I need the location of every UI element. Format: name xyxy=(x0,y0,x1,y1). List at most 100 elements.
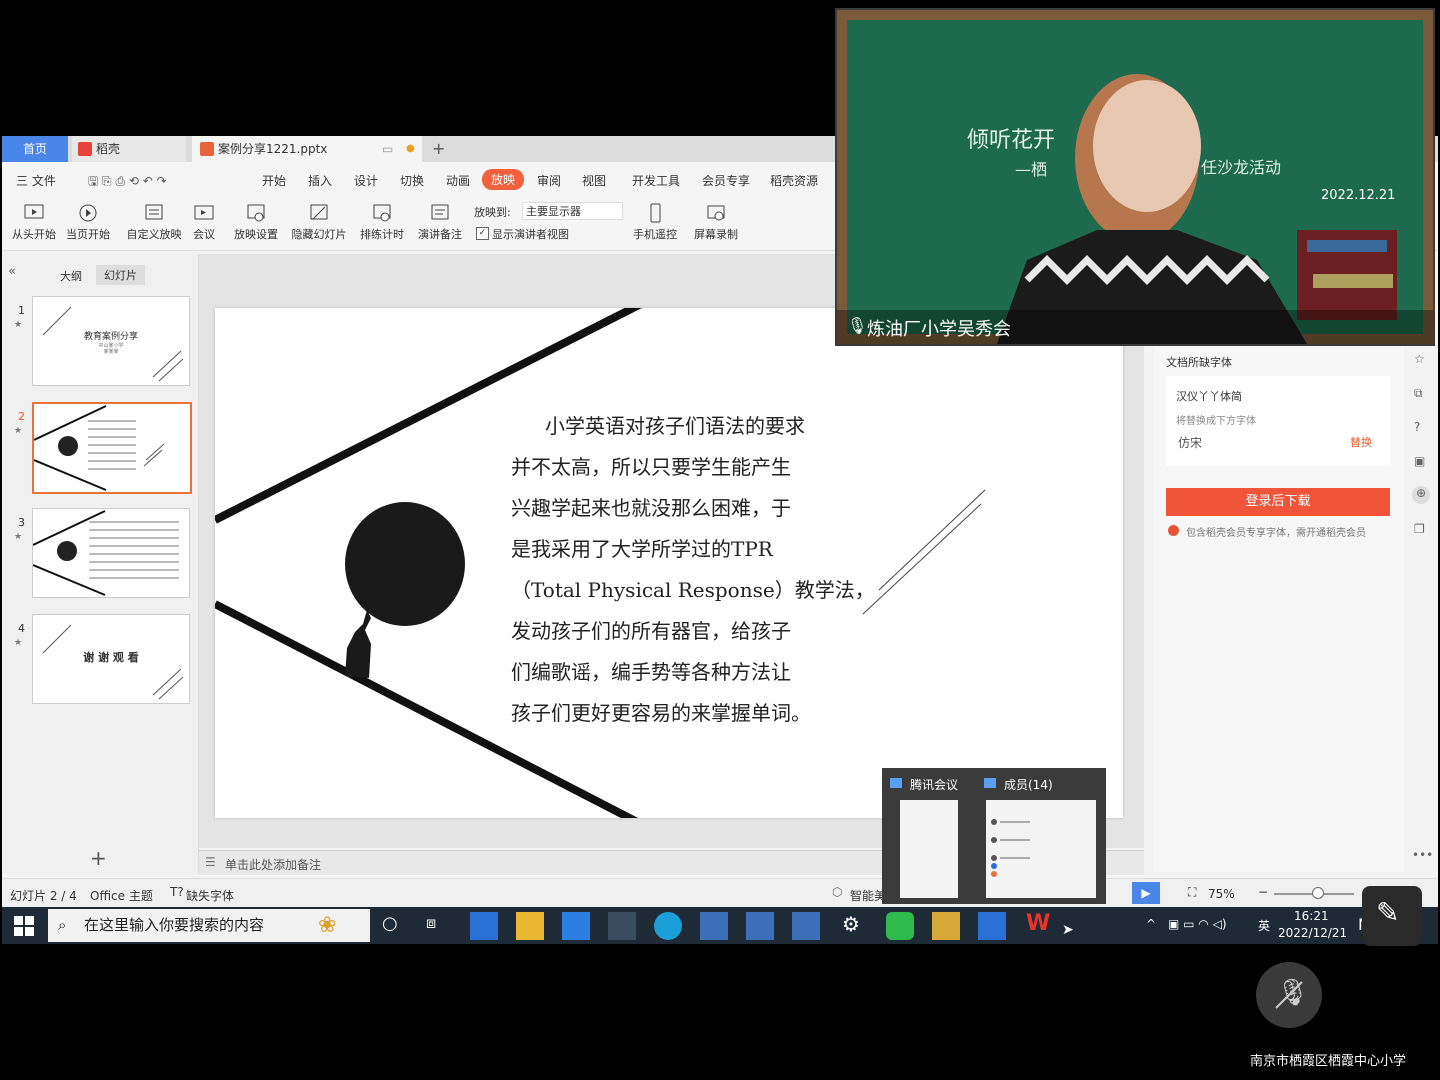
monitor-select[interactable]: 主要显示器 xyxy=(522,202,623,220)
ime-indicator[interactable]: 英 xyxy=(1258,917,1270,934)
menu-animation[interactable]: 动画 xyxy=(446,172,470,189)
menu-slideshow[interactable]: 放映 xyxy=(482,169,525,190)
more-icon[interactable]: ••• xyxy=(1412,848,1433,862)
preview-title-meeting[interactable]: 腾讯会议 xyxy=(910,776,958,793)
menu-developer[interactable]: 开发工具 xyxy=(632,172,680,189)
preview-thumb-meeting[interactable] xyxy=(900,800,958,898)
screen-record-label: 屏幕录制 xyxy=(694,228,738,241)
tab-home[interactable]: 首页 xyxy=(2,136,68,162)
slide-thumb-2[interactable] xyxy=(32,402,192,494)
copy-icon[interactable]: ⧉ xyxy=(1414,386,1423,401)
app-icon[interactable] xyxy=(608,912,636,940)
cortana-icon[interactable]: ○ xyxy=(382,913,398,934)
clock-date[interactable]: 2022/12/21 xyxy=(1278,926,1347,940)
menu-view[interactable]: 视图 xyxy=(582,172,606,189)
files-icon[interactable] xyxy=(932,912,960,940)
custom-show-button[interactable]: 自定义放映 xyxy=(124,202,184,242)
thumb-sub2: 某某某 xyxy=(103,349,119,355)
book-icon[interactable]: ❐ xyxy=(1414,522,1425,536)
edge-icon[interactable] xyxy=(654,912,682,940)
slide-2[interactable]: 小学英语对孩子们语法的要求 并不太高，所以只要学生能产生 兴趣学起来也就没那么困… xyxy=(215,308,1123,818)
missing-font-status[interactable]: 缺失字体 xyxy=(186,887,234,904)
speaker-video[interactable]: 倾听花开 —栖 任沙龙活动 2022.12.21 🎙 炼油厂小学吴秀会 xyxy=(835,8,1435,346)
menu-design[interactable]: 设计 xyxy=(354,172,378,189)
search-placeholder: 在这里输入你要搜索的内容 xyxy=(84,916,265,934)
file-explorer-icon[interactable] xyxy=(516,912,544,940)
quick-access-icons[interactable]: 🖫 ⎘ ⎙ ⟲ ↶ ↷ xyxy=(88,172,167,193)
smart-beautify[interactable]: 智能美 xyxy=(850,887,886,904)
menu-file[interactable]: 三 文件 xyxy=(16,172,56,189)
taskbar-search[interactable]: ⌕ 在这里输入你要搜索的内容 ❀ xyxy=(48,909,370,942)
menu-daoke-resources[interactable]: 稻壳资源 xyxy=(770,172,818,189)
slide-body-text[interactable]: 小学英语对孩子们语法的要求 并不太高，所以只要学生能产生 兴趣学起来也就没那么困… xyxy=(511,406,875,734)
fit-window-icon[interactable]: ⛶ xyxy=(1188,885,1196,900)
presenter-view-checkbox[interactable]: ✓ xyxy=(476,227,489,240)
help-icon[interactable]: ? xyxy=(1414,420,1420,434)
preview-title-members[interactable]: 成员(14) xyxy=(1004,776,1053,793)
wechat-icon[interactable] xyxy=(886,912,914,940)
add-slide-button[interactable]: + xyxy=(90,846,107,870)
wps-icon[interactable]: W xyxy=(1026,911,1050,936)
monitor-icon[interactable]: ▭ xyxy=(382,136,393,162)
tencent-meeting-icon[interactable] xyxy=(978,912,1006,940)
tray-chevron-icon[interactable]: ^ xyxy=(1146,917,1156,931)
meeting-button[interactable]: 会议 xyxy=(190,202,218,242)
slide-text-line: 兴趣学起来也就没那么困难，于 xyxy=(511,496,791,520)
from-current-button[interactable]: 当页开始 xyxy=(64,202,112,242)
menu-transition[interactable]: 切换 xyxy=(400,172,424,189)
shield-icon[interactable] xyxy=(746,912,774,940)
zoom-level[interactable]: 75% xyxy=(1208,887,1235,901)
zoom-slider-thumb[interactable] xyxy=(1312,887,1324,899)
speaker-notes-button[interactable]: 演讲备注 xyxy=(416,202,464,242)
menu-review[interactable]: 审阅 xyxy=(537,172,561,189)
shield-icon[interactable] xyxy=(792,912,820,940)
tab-daoke[interactable]: 稻壳 xyxy=(72,136,186,162)
status-bar: 幻灯片 2 / 4 Office 主题 T? 缺失字体 ⬡ 智能美 ▶ ⛶ 75… xyxy=(2,878,1438,908)
tab-outline[interactable]: 大纲 xyxy=(60,268,82,284)
tab-document[interactable]: 案例分享1221.pptx ▭ ● xyxy=(192,136,422,162)
from-start-button[interactable]: 从头开始 xyxy=(10,202,58,242)
theme-name[interactable]: Office 主题 xyxy=(90,887,153,904)
missing-fonts-panel: 文档所缺字体 汉仪丫丫体简 将替换成下方字体 仿宋 替换 登录后下载 包含稻壳会… xyxy=(1154,342,1412,872)
windows-start-icon[interactable] xyxy=(14,916,34,936)
hide-slide-button[interactable]: 隐藏幻灯片 xyxy=(290,202,348,242)
slide-thumb-1[interactable]: 教育案例分享 中山某小学 某某某 xyxy=(32,296,190,386)
slide-thumb-3[interactable] xyxy=(32,508,190,598)
shield-icon[interactable] xyxy=(700,912,728,940)
menu-vip[interactable]: 会员专享 xyxy=(702,172,750,189)
font-icon[interactable]: ⊕ xyxy=(1412,486,1430,504)
tray-icons[interactable]: ▣ ▭ ◠ ◁) xyxy=(1168,917,1227,931)
slide-text-line: 是我采用了大学所学过的TPR xyxy=(511,537,773,561)
phone-remote-button[interactable]: 手机遥控 xyxy=(630,202,680,242)
store-icon[interactable] xyxy=(470,912,498,940)
slide-thumb-4[interactable]: 谢 谢 观 看 xyxy=(32,614,190,704)
slide-number: 4 xyxy=(18,622,25,635)
screen-record-button[interactable]: 屏幕录制 xyxy=(690,202,742,242)
rehearse-timing-button[interactable]: 排练计时 xyxy=(354,202,410,242)
replace-button[interactable]: 替换 xyxy=(1350,434,1372,450)
menu-start[interactable]: 开始 xyxy=(262,172,286,189)
timer-icon xyxy=(373,204,391,222)
new-tab-button[interactable]: + xyxy=(432,136,445,162)
right-toolbar: ☆ ⧉ ? ▣ ⊕ ❐ ••• xyxy=(1404,342,1438,872)
microphone-icon: 🎙 xyxy=(847,316,868,335)
settings-gear-icon[interactable]: ⚙ xyxy=(842,912,860,936)
slide-text-line: 并不太高，所以只要学生能产生 xyxy=(511,455,791,479)
image-icon[interactable]: ▣ xyxy=(1414,454,1425,468)
preview-thumb-members[interactable] xyxy=(986,800,1096,898)
task-view-icon[interactable]: ⧈ xyxy=(426,913,436,933)
download-button[interactable]: 登录后下载 xyxy=(1166,488,1390,516)
play-button[interactable]: ▶ xyxy=(1132,882,1160,904)
mail-icon[interactable] xyxy=(562,912,590,940)
annotate-button[interactable]: ✎ xyxy=(1362,886,1422,946)
tab-slides[interactable]: 幻灯片 xyxy=(96,265,145,285)
pin-icon[interactable]: ☆ xyxy=(1414,352,1425,366)
collapse-icon[interactable]: « xyxy=(8,264,16,279)
show-settings-button[interactable]: 放映设置 xyxy=(228,202,284,242)
pptx-icon xyxy=(200,142,214,156)
zoom-out-button[interactable]: − xyxy=(1258,885,1268,899)
mute-button[interactable]: 🎙 xyxy=(1256,962,1322,1028)
clock-time[interactable]: 16:21 xyxy=(1294,909,1329,923)
menu-insert[interactable]: 插入 xyxy=(308,172,332,189)
tab-daoke-label: 稻壳 xyxy=(96,142,121,156)
